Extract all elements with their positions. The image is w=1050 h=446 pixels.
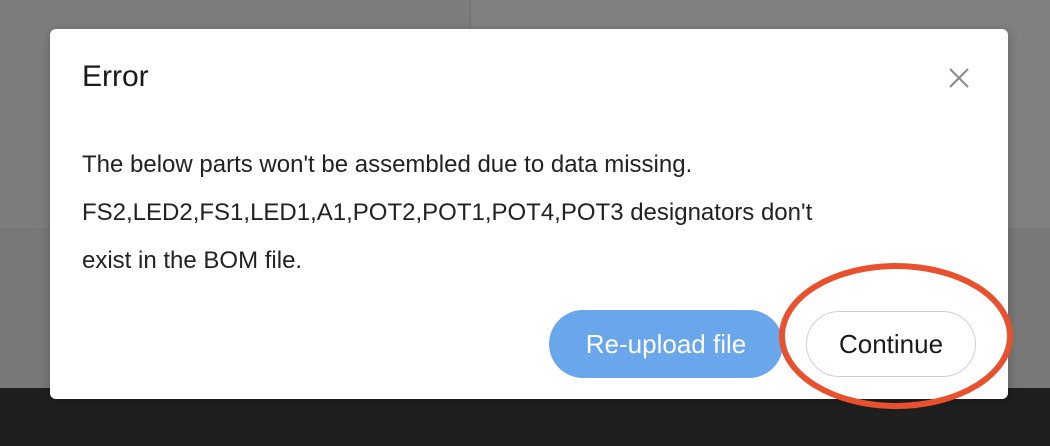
message-line: FS2,LED2,FS1,LED1,A1,POT2,POT1,POT4,POT3… [82,199,813,226]
continue-button[interactable]: Continue [806,311,976,377]
reupload-file-button[interactable]: Re-upload file [549,310,783,378]
dialog-message: The below parts won't be assembled due t… [82,141,962,285]
close-button[interactable] [944,63,974,93]
error-dialog: Error The below parts won't be assembled… [50,29,1008,399]
message-line: The below parts won't be assembled due t… [82,151,693,178]
close-icon [949,68,969,88]
dialog-title: Error [82,60,149,93]
message-line: exist in the BOM file. [82,247,303,274]
